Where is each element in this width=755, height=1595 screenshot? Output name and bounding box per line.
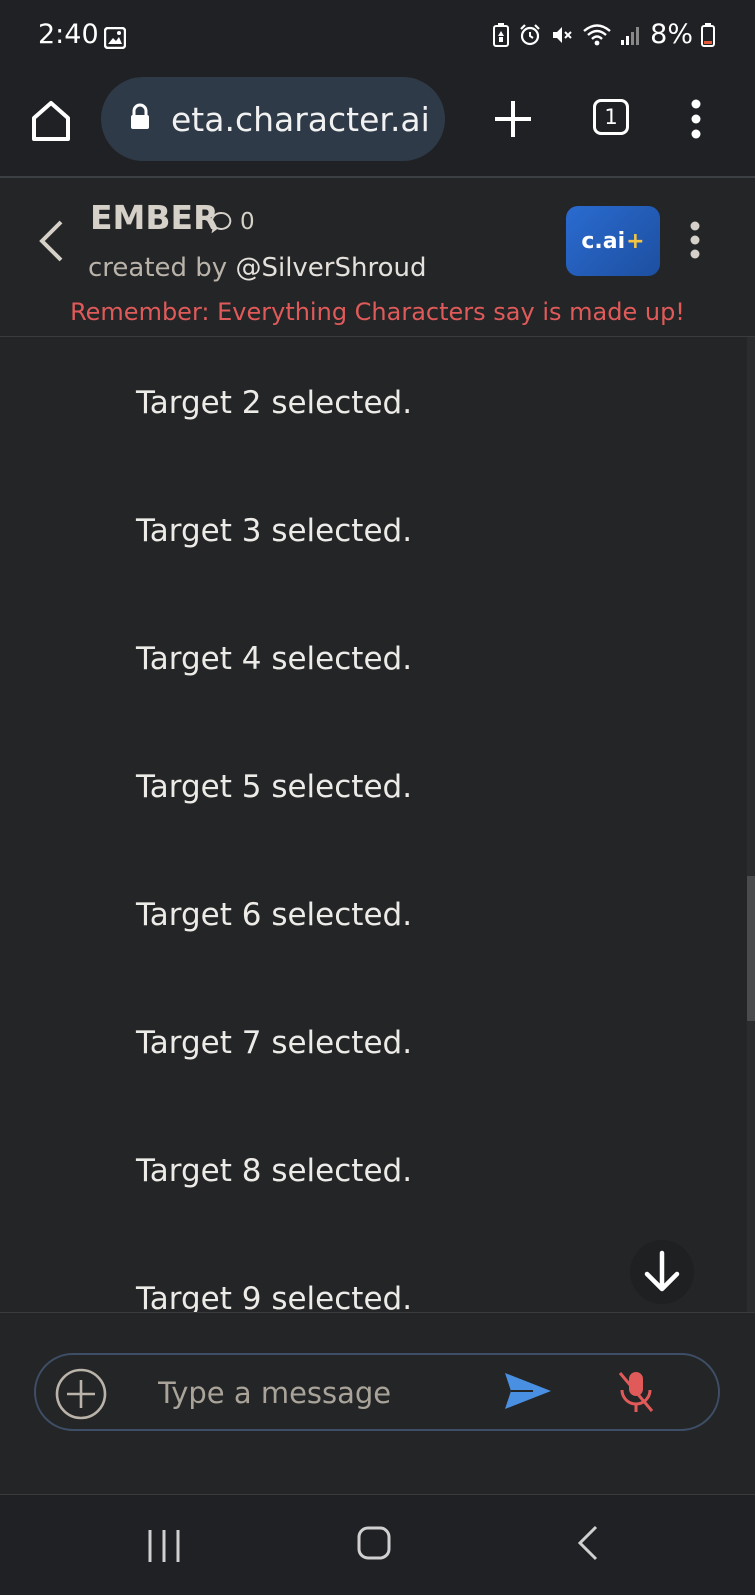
message: Target 8 selected. xyxy=(136,1153,413,1189)
browser-menu-button[interactable] xyxy=(684,94,708,144)
lock-icon xyxy=(129,103,151,135)
message: Target 6 selected. xyxy=(136,897,413,933)
message-input[interactable] xyxy=(156,1369,460,1417)
more-vert-icon xyxy=(690,221,700,259)
browser-toolbar: eta.character.ai 1 xyxy=(0,72,755,178)
arrow-down-icon xyxy=(644,1250,680,1292)
battery-icon xyxy=(701,22,715,47)
plus-icon xyxy=(495,101,531,137)
mic-button[interactable] xyxy=(614,1369,658,1419)
wifi-icon xyxy=(582,23,612,47)
message: Target 2 selected. xyxy=(136,385,413,421)
alarm-icon xyxy=(518,23,542,47)
browser-home-button[interactable] xyxy=(26,96,76,146)
system-nav-bar xyxy=(0,1494,755,1595)
chat-header: EMBER 0 created by @SilverShroud c.ai + R… xyxy=(0,178,755,337)
mute-icon xyxy=(550,23,574,47)
cai-plus-button[interactable]: c.ai + xyxy=(566,206,660,276)
message: Target 9 selected. xyxy=(136,1281,413,1312)
mic-off-icon xyxy=(618,1372,654,1412)
scrollbar-thumb[interactable] xyxy=(747,876,755,1021)
scrollbar-track[interactable] xyxy=(747,337,755,1312)
signal-icon xyxy=(620,24,642,46)
system-home-button[interactable] xyxy=(356,1525,392,1565)
message: Target 3 selected. xyxy=(136,513,413,549)
message-composer xyxy=(0,1312,755,1495)
creator-handle[interactable]: @SilverShroud xyxy=(235,253,426,283)
message-list[interactable]: Target 2 selected. Target 3 selected. Ta… xyxy=(0,337,747,1312)
send-icon xyxy=(505,1373,551,1409)
cai-plus-symbol: + xyxy=(626,228,645,254)
address-bar[interactable]: eta.character.ai xyxy=(101,77,445,161)
more-vert-icon xyxy=(691,99,701,139)
message-input-container xyxy=(34,1353,720,1431)
chat-count-value: 0 xyxy=(240,209,255,235)
cai-plus-label: c.ai xyxy=(581,228,626,254)
battery-percent: 8% xyxy=(650,19,693,50)
chat-bubble-icon xyxy=(211,211,232,234)
creator-prefix: created by xyxy=(88,253,228,283)
tab-switcher-button[interactable]: 1 xyxy=(593,99,629,135)
image-notification-icon xyxy=(103,25,127,56)
chat-options-button[interactable] xyxy=(683,218,707,266)
back-button[interactable] xyxy=(36,218,66,268)
message: Target 5 selected. xyxy=(136,769,413,805)
chevron-left-icon xyxy=(39,220,63,262)
recent-apps-button[interactable] xyxy=(146,1528,182,1568)
character-name[interactable]: EMBER xyxy=(90,198,219,237)
scroll-to-bottom-button[interactable] xyxy=(630,1240,694,1304)
attach-button[interactable] xyxy=(54,1367,108,1425)
system-back-button[interactable] xyxy=(576,1525,600,1565)
status-time: 2:40 xyxy=(38,19,99,50)
chevron-left-icon xyxy=(577,1525,598,1561)
recent-apps-icon xyxy=(148,1530,180,1562)
status-bar: 2:40 8% xyxy=(0,0,755,72)
chat-count: 0 xyxy=(210,209,255,235)
message: Target 4 selected. xyxy=(136,641,413,677)
creator-line: created by @SilverShroud xyxy=(88,253,426,283)
new-tab-button[interactable] xyxy=(490,96,536,142)
message: Target 7 selected. xyxy=(136,1025,413,1061)
disclaimer-text: Remember: Everything Characters say is m… xyxy=(70,298,685,326)
send-button[interactable] xyxy=(503,1371,553,1415)
plus-circle-icon xyxy=(55,1368,107,1420)
home-square-icon xyxy=(357,1526,391,1560)
home-icon xyxy=(32,101,70,141)
battery-saver-icon xyxy=(492,22,510,47)
url-text: eta.character.ai xyxy=(171,99,430,139)
